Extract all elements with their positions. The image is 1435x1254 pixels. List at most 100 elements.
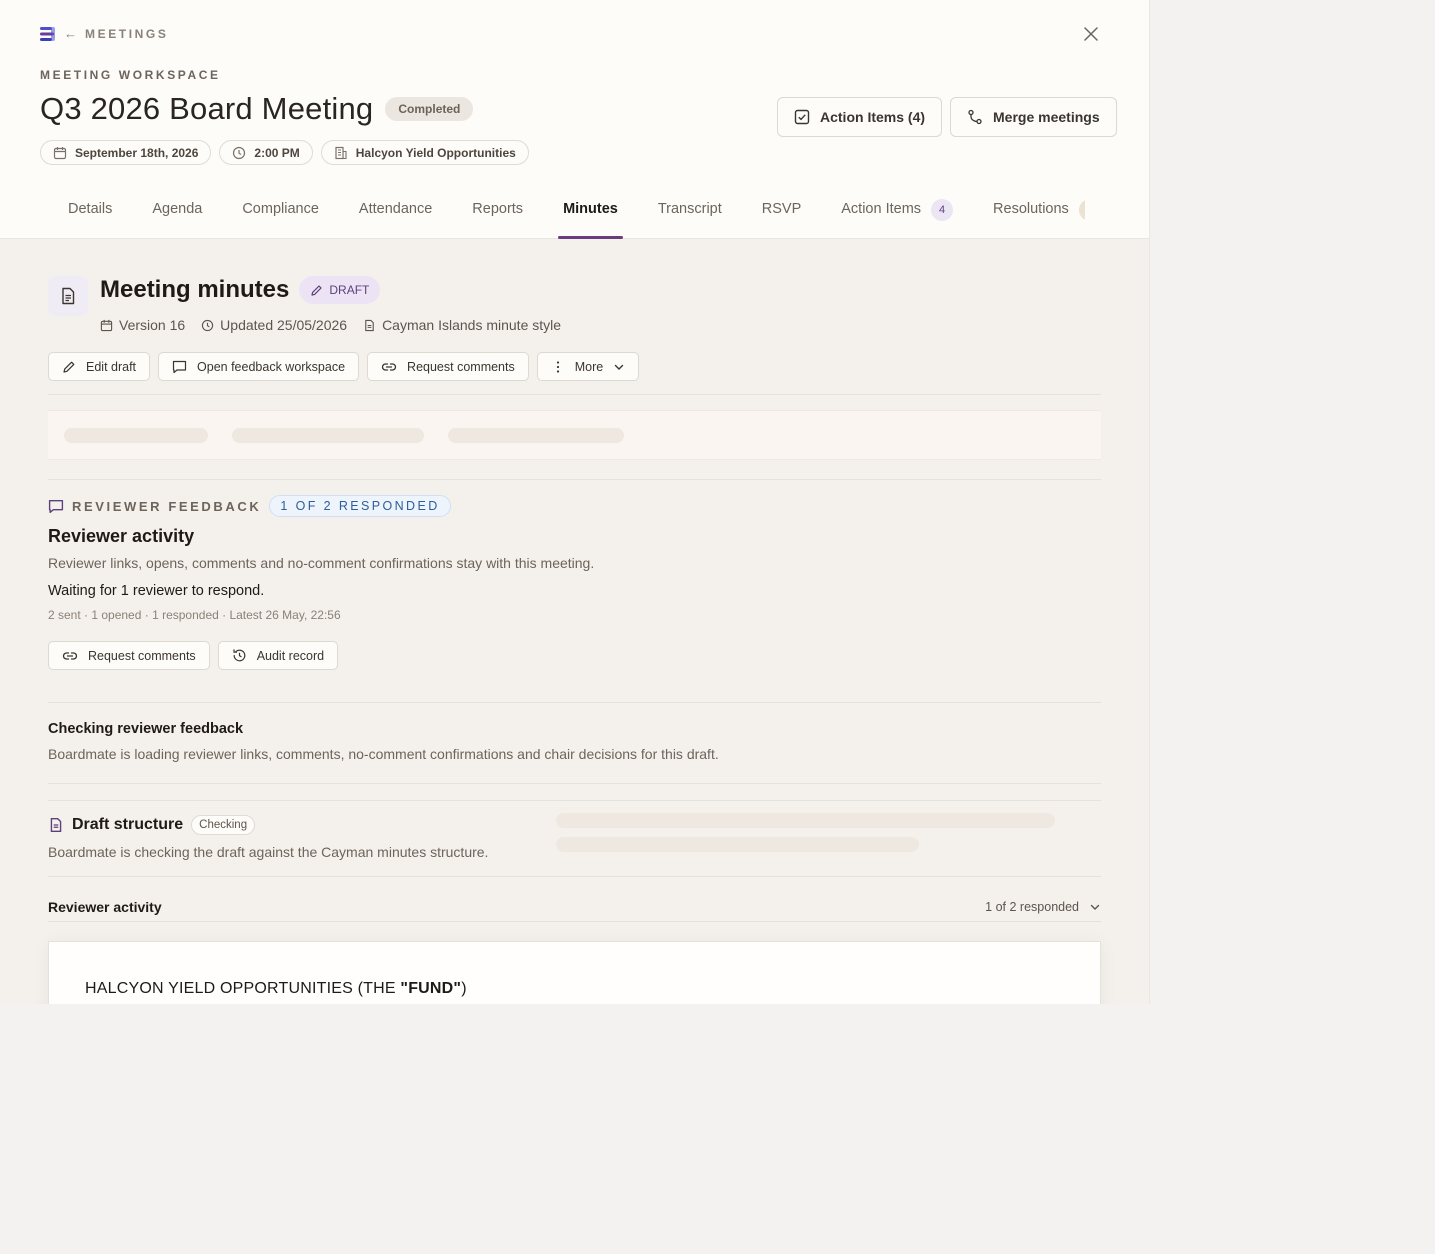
merge-meetings-button[interactable]: Merge meetings xyxy=(950,97,1117,137)
meeting-entity-chip: Halcyon Yield Opportunities xyxy=(320,140,529,165)
audit-record-button[interactable]: Audit record xyxy=(217,641,339,670)
style-info: Cayman Islands minute style xyxy=(363,317,561,333)
tab-count-badge: 3 xyxy=(1078,199,1085,221)
tab-rsvp[interactable]: RSVP xyxy=(742,186,822,239)
edit-draft-label: Edit draft xyxy=(86,359,137,374)
version-label: Version 16 xyxy=(119,317,186,333)
back-to-meetings-link[interactable]: ← MEETINGS xyxy=(64,26,168,42)
loading-skeleton-bar xyxy=(48,410,1101,460)
skeleton-line xyxy=(64,428,208,443)
meeting-time-chip: 2:00 PM xyxy=(219,140,313,165)
meeting-time: 2:00 PM xyxy=(254,145,300,160)
action-items-button-label: Action Items (4) xyxy=(820,109,926,125)
calendar-icon xyxy=(100,319,113,331)
style-label: Cayman Islands minute style xyxy=(382,317,562,333)
merge-meetings-button-label: Merge meetings xyxy=(993,109,1100,125)
responded-badge: 1 OF 2 RESPONDED xyxy=(269,495,451,517)
minutes-meta: Version 16 Updated 25/05/2026 Cayman Isl… xyxy=(100,317,561,333)
tab-label: Attendance xyxy=(358,201,433,217)
reviewer-activity-description: Reviewer links, opens, comments and no-c… xyxy=(48,555,595,571)
section-divider xyxy=(48,783,1101,784)
draft-badge: DRAFT xyxy=(299,276,381,304)
merge-icon xyxy=(968,109,982,125)
request-comments-label: Request comments xyxy=(88,648,196,663)
more-vertical-icon xyxy=(556,360,559,373)
tab-compliance[interactable]: Compliance xyxy=(222,186,339,239)
minutes-document-icon xyxy=(48,276,88,316)
draft-structure-header: Draft structure Checking xyxy=(48,815,256,835)
updated-label: Updated 25/05/2026 xyxy=(220,317,348,333)
page-title: Q3 2026 Board Meeting xyxy=(40,91,374,126)
tab-resolutions[interactable]: Resolutions 3 xyxy=(973,186,1085,239)
meeting-date: September 18th, 2026 xyxy=(75,145,199,160)
tab-label: Compliance xyxy=(242,201,319,217)
meeting-entity: Halcyon Yield Opportunities xyxy=(355,145,516,160)
tab-attendance[interactable]: Attendance xyxy=(339,186,452,239)
draft-structure-description: Boardmate is checking the draft against … xyxy=(48,844,489,860)
link-icon xyxy=(381,362,397,371)
reviewer-feedback-header: REVIEWER FEEDBACK 1 OF 2 RESPONDED xyxy=(48,495,451,517)
document-heading: HALCYON YIELD OPPORTUNITIES (THE "FUND") xyxy=(85,980,467,998)
clock-icon xyxy=(233,146,246,159)
section-divider xyxy=(48,876,1101,877)
history-icon xyxy=(233,649,246,662)
link-icon xyxy=(62,651,78,660)
section-divider xyxy=(48,479,1101,480)
header-actions: Action Items (4) Merge meetings xyxy=(777,97,1117,137)
tab-minutes[interactable]: Minutes xyxy=(543,186,638,239)
chevron-down-icon xyxy=(1090,904,1100,910)
tab-count-badge: 4 xyxy=(931,199,954,221)
tab-label: Action Items xyxy=(841,201,922,217)
arrow-left-icon: ← xyxy=(64,26,77,41)
document-heading-prefix: HALCYON YIELD OPPORTUNITIES (THE xyxy=(85,980,401,997)
open-feedback-label: Open feedback workspace xyxy=(197,359,346,374)
tab-label: Agenda xyxy=(152,201,203,217)
reviewer-stats: 2 sent · 1 opened · 1 responded · Latest… xyxy=(48,608,341,622)
workspace-header: ← MEETINGS MEETING WORKSPACE Q3 2026 Boa… xyxy=(0,0,1149,239)
reviewer-actions: Request comments Audit record xyxy=(48,641,339,670)
skeleton-line xyxy=(556,837,919,852)
boardmate-logo-icon[interactable] xyxy=(40,26,56,42)
minutes-title-row: Meeting minutes DRAFT xyxy=(100,276,381,304)
waiting-status: Waiting for 1 reviewer to respond. xyxy=(48,583,265,599)
reviewer-activity-summary: 1 of 2 responded xyxy=(985,900,1101,914)
document-icon xyxy=(62,287,75,305)
comment-icon xyxy=(172,360,187,373)
more-menu-button[interactable]: More xyxy=(536,352,640,381)
open-feedback-workspace-button[interactable]: Open feedback workspace xyxy=(158,352,360,381)
tab-reports[interactable]: Reports xyxy=(452,186,543,239)
edit-draft-button[interactable]: Edit draft xyxy=(48,352,151,381)
tab-action-items[interactable]: Action Items 4 xyxy=(821,186,973,239)
tab-agenda[interactable]: Agenda xyxy=(132,186,222,239)
tab-label: Details xyxy=(68,201,113,217)
document-heading-bold: "FUND" xyxy=(400,980,462,997)
draft-badge-label: DRAFT xyxy=(329,283,370,297)
calendar-icon xyxy=(53,146,67,159)
tab-details[interactable]: Details xyxy=(48,186,132,239)
section-divider xyxy=(48,800,1101,801)
building-icon xyxy=(335,146,347,159)
reviewer-activity-toggle[interactable]: Reviewer activity 1 of 2 responded xyxy=(48,890,1101,923)
minutes-actions: Edit draft Open feedback workspace Reque… xyxy=(48,352,640,381)
skeleton-line xyxy=(448,428,624,443)
meeting-date-chip: September 18th, 2026 xyxy=(40,140,212,165)
tab-label: RSVP xyxy=(761,201,802,217)
checking-feedback-description: Boardmate is loading reviewer links, com… xyxy=(48,746,719,762)
checkbox-icon xyxy=(794,109,810,125)
reviewer-activity-toggle-label: Reviewer activity xyxy=(48,898,162,915)
tab-transcript[interactable]: Transcript xyxy=(638,186,742,239)
draft-structure-title: Draft structure xyxy=(72,816,184,833)
section-divider xyxy=(48,921,1101,922)
section-divider xyxy=(48,702,1101,703)
document-icon xyxy=(365,319,374,331)
request-comments-button[interactable]: Request comments xyxy=(48,641,210,670)
audit-record-label: Audit record xyxy=(256,648,325,663)
minutes-document-page: HALCYON YIELD OPPORTUNITIES (THE "FUND") xyxy=(48,941,1101,1004)
action-items-button[interactable]: Action Items (4) xyxy=(777,97,943,137)
request-comments-button[interactable]: Request comments xyxy=(367,352,529,381)
close-button[interactable] xyxy=(1080,23,1102,45)
document-heading-suffix: ) xyxy=(461,980,467,997)
checking-feedback-title: Checking reviewer feedback xyxy=(48,721,244,737)
document-icon xyxy=(50,818,62,832)
skeleton-line xyxy=(556,813,1055,828)
